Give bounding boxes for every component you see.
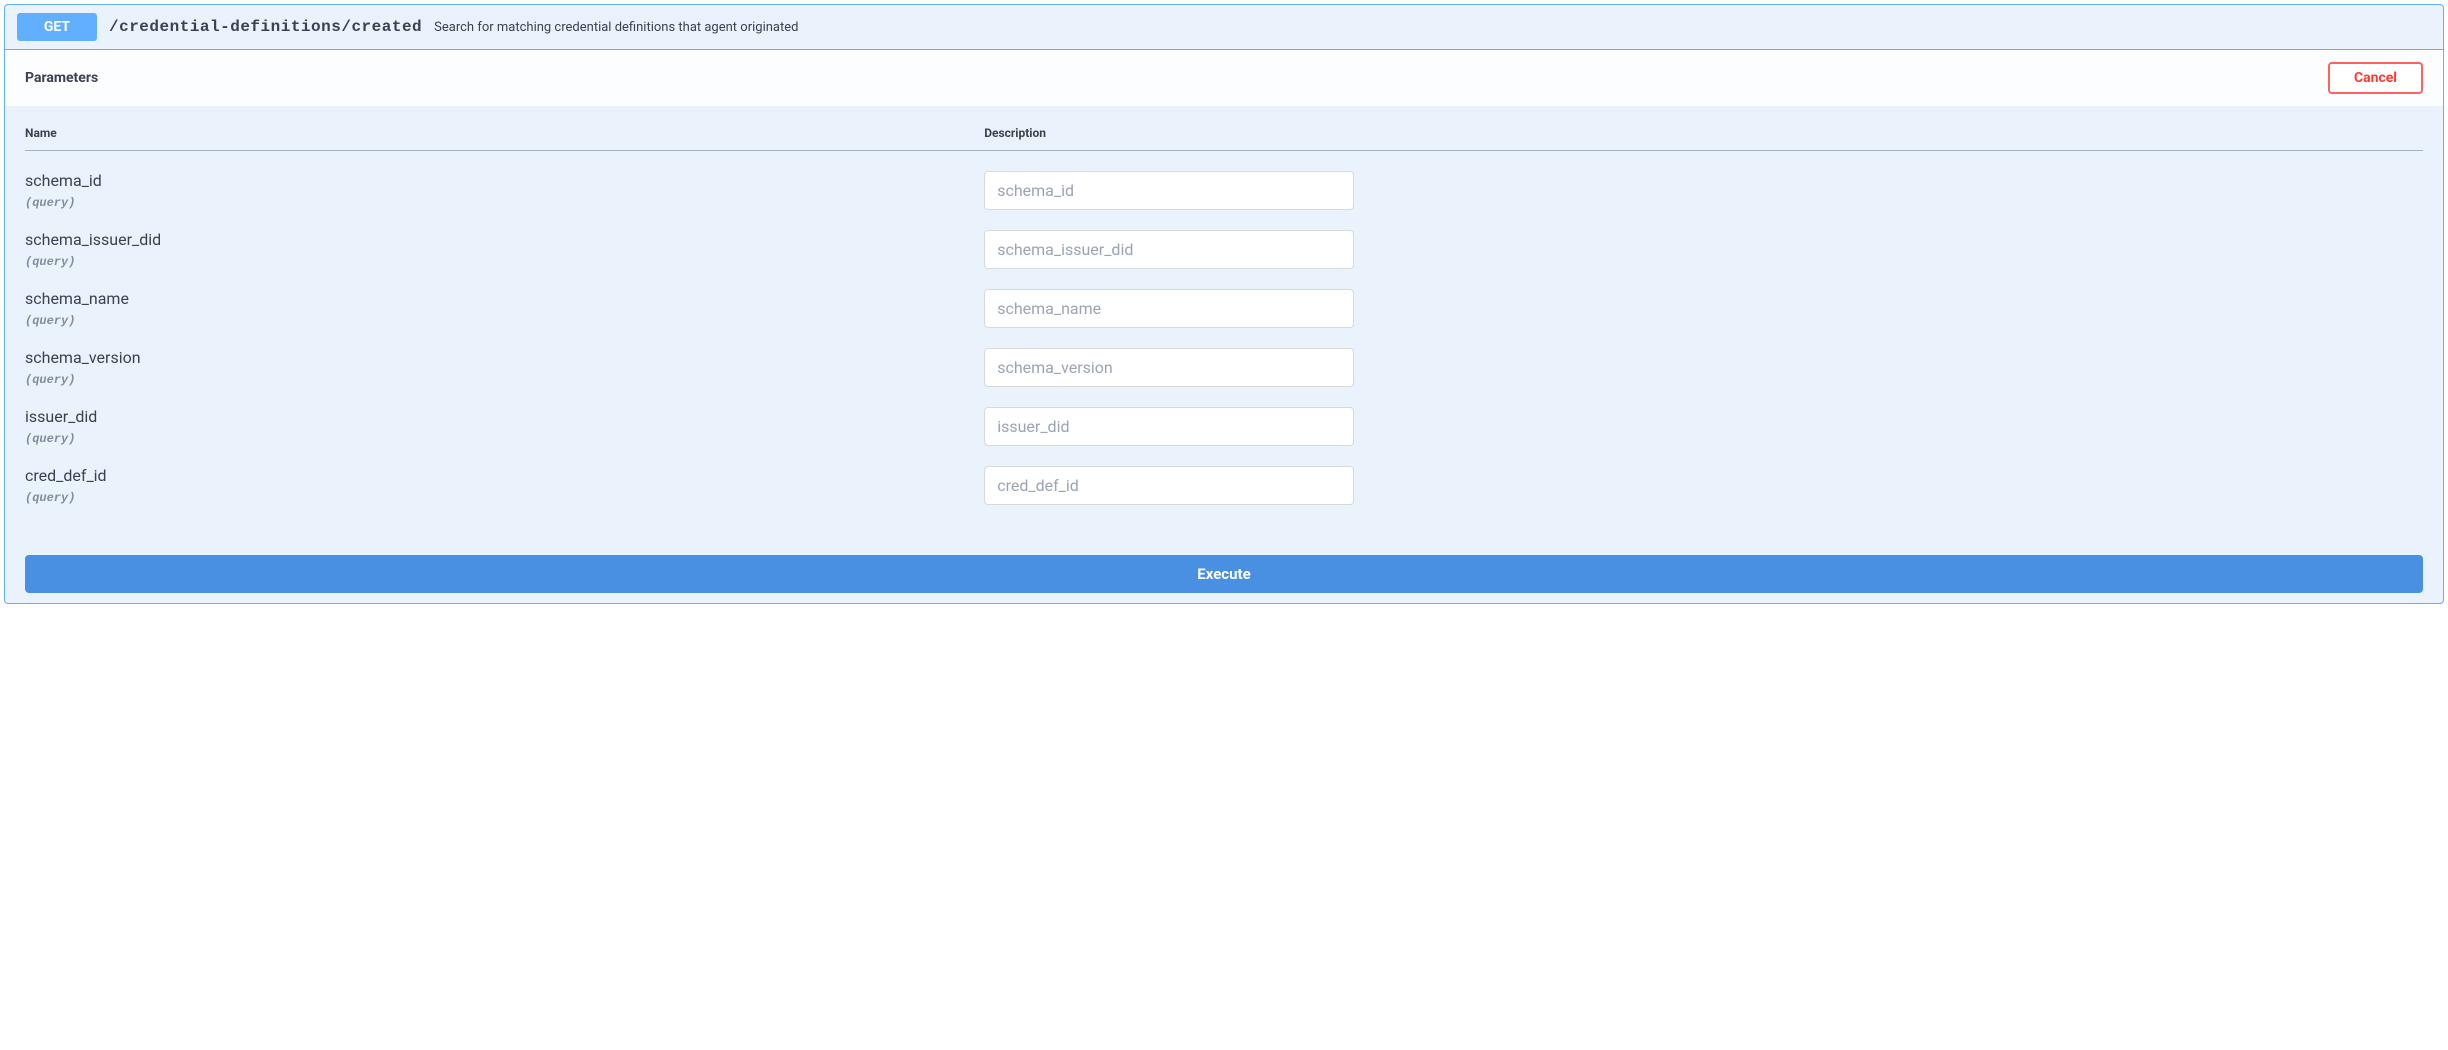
param-desc-col [984,171,2423,210]
param-input-schema-name[interactable] [984,289,1354,328]
param-name: schema_name [25,289,984,308]
column-description-header: Description [984,126,2423,140]
param-input-schema-issuer-did[interactable] [984,230,1354,269]
table-head: Name Description [25,126,2423,151]
param-name: cred_def_id [25,466,984,485]
param-row-schema-issuer-did: schema_issuer_did (query) [25,220,2423,279]
param-name-col: schema_name (query) [25,289,984,328]
operation-summary[interactable]: GET /credential-definitions/created Sear… [5,5,2443,49]
parameters-table: Name Description schema_id (query) schem… [5,106,2443,535]
param-input-issuer-did[interactable] [984,407,1354,446]
param-name-col: schema_id (query) [25,171,984,210]
operation-block: GET /credential-definitions/created Sear… [4,4,2444,604]
execute-wrapper: Execute [5,535,2443,603]
method-badge: GET [17,13,97,41]
cancel-button[interactable]: Cancel [2328,62,2423,94]
param-input-schema-id[interactable] [984,171,1354,210]
param-name: schema_id [25,171,984,190]
param-input-cred-def-id[interactable] [984,466,1354,505]
operation-description: Search for matching credential definitio… [434,20,798,35]
column-name-header: Name [25,126,984,140]
param-row-cred-def-id: cred_def_id (query) [25,456,2423,515]
param-desc-col [984,230,2423,269]
execute-button[interactable]: Execute [25,555,2423,593]
param-name-col: cred_def_id (query) [25,466,984,505]
param-in: (query) [25,255,984,269]
parameters-header: Parameters Cancel [5,50,2443,106]
operation-path: /credential-definitions/created [109,18,422,36]
param-row-schema-version: schema_version (query) [25,338,2423,397]
param-name: schema_version [25,348,984,367]
parameters-title: Parameters [25,70,98,86]
param-in: (query) [25,432,984,446]
param-in: (query) [25,196,984,210]
operation-body: Parameters Cancel Name Description schem… [5,49,2443,603]
param-in: (query) [25,491,984,505]
param-row-schema-name: schema_name (query) [25,279,2423,338]
param-desc-col [984,466,2423,505]
param-row-issuer-did: issuer_did (query) [25,397,2423,456]
param-desc-col [984,348,2423,387]
param-name-col: issuer_did (query) [25,407,984,446]
param-row-schema-id: schema_id (query) [25,161,2423,220]
param-input-schema-version[interactable] [984,348,1354,387]
param-name-col: schema_version (query) [25,348,984,387]
param-name-col: schema_issuer_did (query) [25,230,984,269]
param-desc-col [984,407,2423,446]
param-desc-col [984,289,2423,328]
param-name: issuer_did [25,407,984,426]
param-in: (query) [25,314,984,328]
param-name: schema_issuer_did [25,230,984,249]
param-in: (query) [25,373,984,387]
